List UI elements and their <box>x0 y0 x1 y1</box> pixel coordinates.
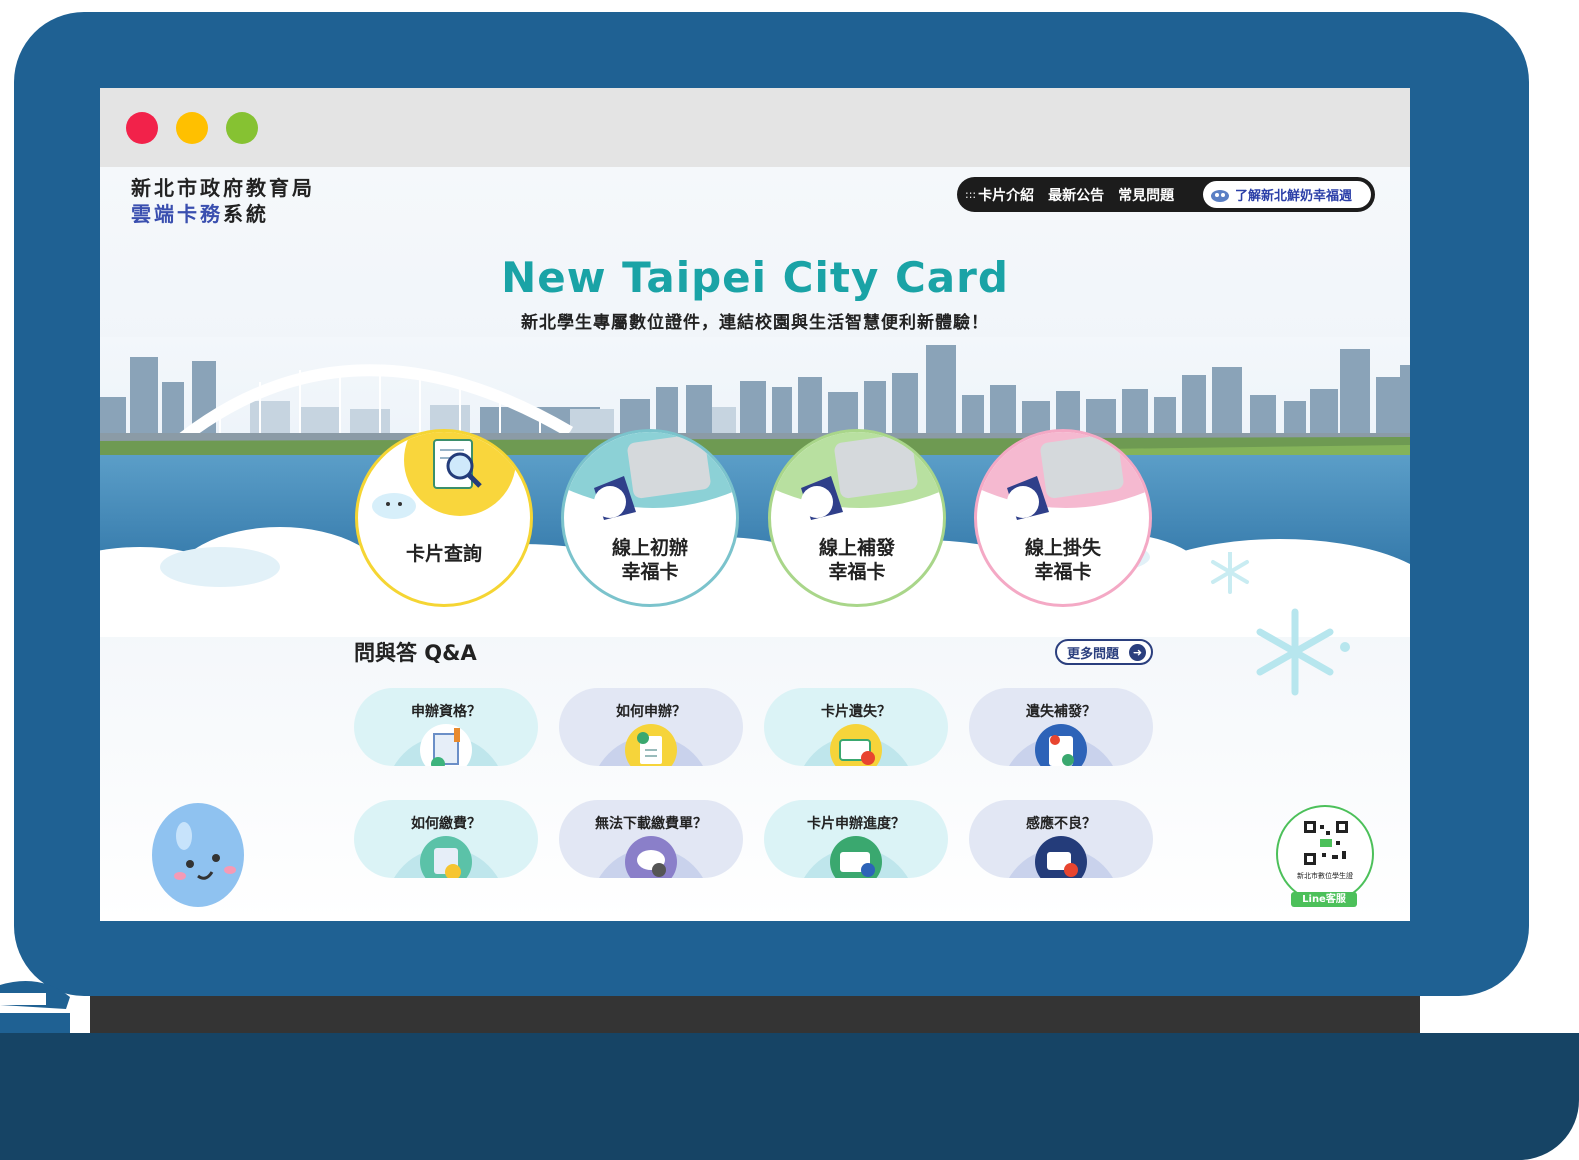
payment-icon <box>420 836 472 878</box>
logo-line-2-accent: 雲端卡務 <box>131 202 223 226</box>
browser-titlebar <box>100 88 1410 167</box>
close-window-button[interactable] <box>126 112 158 144</box>
card-inquiry-label: 卡片查詢 <box>405 543 482 565</box>
qa-card-poor-sensing[interactable]: 感應不良？ <box>969 800 1153 878</box>
maximize-window-button[interactable] <box>226 112 258 144</box>
logo-line-1: 新北市政府教育局 <box>131 176 315 200</box>
qa-question: 如何申辦？ <box>616 704 686 720</box>
web-page: 新北市政府教育局 雲端卡務系統 ::: 卡片介紹 最新公告 常見問題 了解新北鮮… <box>100 167 1410 921</box>
card-mascot-icon <box>771 432 943 520</box>
online-apply-line2: 幸福卡 <box>621 561 679 583</box>
qa-card-how-to-pay[interactable]: 如何繳費？ <box>354 800 538 878</box>
card-alert-icon <box>830 724 882 766</box>
card-check-icon <box>830 836 882 878</box>
site-logo[interactable]: 新北市政府教育局 雲端卡務系統 <box>131 175 315 227</box>
qa-question: 卡片申辦進度？ <box>807 816 905 832</box>
line-qr-caption: 新北市數位學生證 <box>1297 872 1353 880</box>
qa-card-card-lost[interactable]: 卡片遺失？ <box>764 688 948 766</box>
question-document-icon <box>625 724 677 766</box>
nav-item-card-intro[interactable]: 卡片介紹 <box>978 185 1034 205</box>
online-reissue-card-button[interactable]: 線上補發 幸福卡 <box>768 429 946 607</box>
id-card-icon <box>1035 724 1087 766</box>
milk-week-label: 了解新北鮮奶幸福週 <box>1235 189 1353 204</box>
top-navigation: ::: 卡片介紹 最新公告 常見問題 了解新北鮮奶幸福週 <box>957 177 1375 212</box>
card-mascot-icon <box>977 432 1149 520</box>
online-report-lost-button[interactable]: 線上掛失 幸福卡 <box>974 429 1152 607</box>
nav-item-faq[interactable]: 常見問題 <box>1118 185 1174 205</box>
qa-question: 卡片遺失？ <box>821 704 891 720</box>
online-apply-line1: 線上初辦 <box>611 537 688 559</box>
hero-title: New Taipei City Card <box>501 253 1009 302</box>
laptop-hinge <box>90 996 1420 1033</box>
qa-card-application-progress[interactable]: 卡片申辦進度？ <box>764 800 948 878</box>
more-questions-button[interactable]: 更多問題 ➜ <box>1055 639 1153 665</box>
hero-subtitle: 新北學生專屬數位證件，連結校園與生活智慧便利新體驗！ <box>521 313 989 333</box>
qa-card-how-to-apply[interactable]: 如何申辦？ <box>559 688 743 766</box>
qa-section-title: 問與答 Q&A <box>354 641 477 665</box>
qa-card-reissue-after-loss[interactable]: 遺失補發？ <box>969 688 1153 766</box>
balloon-mascot-icon <box>152 803 244 907</box>
qa-question: 申辦資格？ <box>411 704 481 720</box>
online-report-lost-line1: 線上掛失 <box>1024 537 1101 559</box>
logo-line-2-suffix: 系統 <box>223 202 269 226</box>
cloud-mascot-icon <box>372 493 416 519</box>
milk-week-link[interactable]: 了解新北鮮奶幸福週 <box>1203 181 1371 208</box>
document-stamp-icon <box>420 724 472 766</box>
cow-icon <box>1211 189 1229 202</box>
decorative-glyph <box>0 981 70 1033</box>
more-questions-label: 更多問題 <box>1067 646 1120 662</box>
arrow-right-icon: ➜ <box>1129 644 1146 661</box>
nav-item-news[interactable]: 最新公告 <box>1048 185 1104 205</box>
snowflake-decoration <box>1211 552 1350 696</box>
qa-question: 無法下載繳費單？ <box>595 816 707 832</box>
card-inquiry-button[interactable]: 卡片查詢 <box>355 429 533 607</box>
logo-line-2: 雲端卡務系統 <box>131 201 315 227</box>
online-apply-card-button[interactable]: 線上初辦 幸福卡 <box>561 429 739 607</box>
laptop-base <box>0 1033 1579 1160</box>
qa-question: 感應不良？ <box>1026 816 1096 832</box>
qr-code-icon <box>1304 821 1348 865</box>
card-mascot-icon <box>564 432 736 520</box>
online-reissue-line1: 線上補發 <box>818 537 895 559</box>
menu-dots-icon: ::: <box>965 188 977 201</box>
qa-question: 遺失補發？ <box>1026 704 1096 720</box>
line-service-tag[interactable]: Line客服 <box>1291 892 1357 907</box>
contactless-signal-icon <box>1035 836 1087 878</box>
online-report-lost-line2: 幸福卡 <box>1034 561 1092 583</box>
qa-card-eligibility[interactable]: 申辦資格？ <box>354 688 538 766</box>
cloud-download-icon <box>625 836 677 878</box>
line-qr-code-button[interactable]: 新北市數位學生證 <box>1276 805 1374 903</box>
online-reissue-line2: 幸福卡 <box>828 561 886 583</box>
qa-card-cannot-download-bill[interactable]: 無法下載繳費單？ <box>559 800 743 878</box>
minimize-window-button[interactable] <box>176 112 208 144</box>
browser-window: 新北市政府教育局 雲端卡務系統 ::: 卡片介紹 最新公告 常見問題 了解新北鮮… <box>100 88 1410 921</box>
qa-question: 如何繳費？ <box>411 816 481 832</box>
search-document-icon <box>404 432 516 516</box>
